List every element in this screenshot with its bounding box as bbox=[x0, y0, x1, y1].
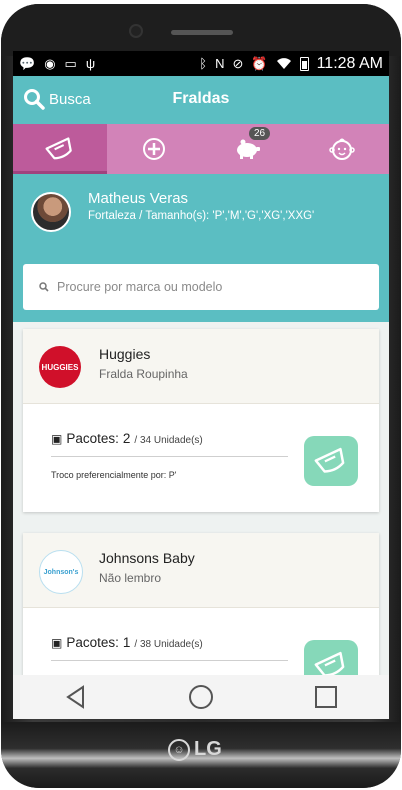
brand-name: Huggies bbox=[99, 346, 151, 362]
user-name: Matheus Veras bbox=[88, 190, 189, 207]
avatar[interactable] bbox=[31, 192, 71, 232]
tab-diapers[interactable] bbox=[13, 124, 107, 174]
alarm-icon: ⏰ bbox=[251, 55, 268, 71]
brand-model: Fralda Roupinha bbox=[99, 367, 188, 381]
tab-bar: 26 bbox=[13, 124, 389, 174]
brand-model: Não lembro bbox=[99, 571, 162, 585]
lg-logo-icon: ☺ bbox=[168, 738, 190, 761]
back-icon bbox=[65, 685, 84, 709]
recents-icon bbox=[315, 686, 338, 708]
home-button[interactable] bbox=[181, 679, 221, 715]
status-time: 11:28 AM bbox=[316, 54, 383, 72]
app-bar: Busca Fraldas bbox=[13, 76, 389, 124]
box-icon: ▣ bbox=[51, 432, 63, 446]
search-icon bbox=[39, 282, 49, 292]
packs-label: Pacotes: bbox=[66, 431, 119, 446]
brand-name: Johnsons Baby bbox=[99, 550, 195, 566]
wifi-icon bbox=[276, 58, 291, 69]
packs-count: 2 bbox=[122, 431, 131, 446]
box-icon: ▣ bbox=[51, 636, 63, 650]
profile-header: Matheus Veras Fortaleza / Tamanho(s): 'P… bbox=[13, 174, 389, 322]
baby-face-icon bbox=[329, 138, 355, 160]
packs-info: ▣ Pacotes: 1 / 38 Unidade(s) bbox=[51, 635, 203, 650]
add-circle-icon bbox=[143, 138, 165, 160]
front-camera bbox=[131, 26, 141, 36]
phone-top-bezel bbox=[1, 4, 401, 56]
tab-savings[interactable]: 26 bbox=[201, 124, 295, 174]
user-location-sizes: Fortaleza / Tamanho(s): 'P','M','G','XG'… bbox=[88, 210, 315, 222]
tab-add[interactable] bbox=[107, 124, 201, 174]
usb-icon: ψ bbox=[85, 55, 96, 71]
recents-button[interactable] bbox=[306, 679, 346, 715]
status-bar: 💬 ◉ ▭ ψ ᛒ N ⊘ ⏰ 11:28 AM bbox=[13, 51, 389, 76]
diaper-icon bbox=[314, 447, 345, 473]
device-logo: ☺ LG bbox=[168, 738, 222, 761]
device-brand-text: LG bbox=[194, 738, 222, 760]
nfc-icon: N bbox=[215, 56, 225, 71]
packs-info: ▣ Pacotes: 2 / 34 Unidade(s) bbox=[51, 431, 203, 446]
mute-icon: ⊘ bbox=[232, 55, 244, 71]
johnsons-baby-logo: Johnson's bbox=[39, 550, 83, 594]
preference-text: Troco preferencialmente por: P' bbox=[51, 470, 177, 480]
battery-icon bbox=[299, 56, 309, 71]
divider bbox=[51, 456, 288, 457]
units-count: / 34 Unidade(s) bbox=[134, 435, 203, 446]
page-title: Fraldas bbox=[172, 90, 230, 107]
units-count: / 38 Unidade(s) bbox=[134, 639, 203, 650]
divider bbox=[51, 660, 288, 661]
bluetooth-icon: ᛒ bbox=[199, 56, 208, 71]
card-body: ▣ Pacotes: 2 / 34 Unidade(s) Troco prefe… bbox=[23, 404, 379, 512]
diaper-icon bbox=[45, 137, 72, 160]
back-button[interactable] bbox=[56, 679, 96, 715]
whatsapp-icon: ◉ bbox=[44, 55, 56, 71]
savings-badge: 26 bbox=[249, 127, 271, 140]
search-input[interactable]: Procure por marca ou modelo bbox=[23, 264, 379, 310]
tab-baby[interactable] bbox=[295, 124, 389, 174]
packs-count: 1 bbox=[122, 635, 131, 650]
home-icon bbox=[188, 685, 213, 709]
diaper-card[interactable]: HUGGIES Huggies Fralda Roupinha ▣ Pacote… bbox=[23, 329, 379, 512]
card-header: HUGGIES Huggies Fralda Roupinha bbox=[23, 329, 379, 404]
packs-label: Pacotes: bbox=[66, 635, 119, 650]
diaper-action-button[interactable] bbox=[304, 436, 358, 486]
piggy-bank-icon bbox=[237, 139, 260, 159]
earpiece-speaker bbox=[171, 30, 233, 35]
huggies-logo: HUGGIES bbox=[39, 346, 81, 388]
system-nav-bar bbox=[13, 675, 389, 719]
card-header: Johnson's Johnsons Baby Não lembro bbox=[23, 533, 379, 608]
voicemail-icon: ▭ bbox=[64, 55, 77, 71]
screen: 💬 ◉ ▭ ψ ᛒ N ⊘ ⏰ 11:28 AM Busca Fraldas 2… bbox=[13, 51, 389, 719]
chat-icon: 💬 bbox=[19, 55, 36, 71]
search-placeholder: Procure por marca ou modelo bbox=[57, 280, 223, 294]
